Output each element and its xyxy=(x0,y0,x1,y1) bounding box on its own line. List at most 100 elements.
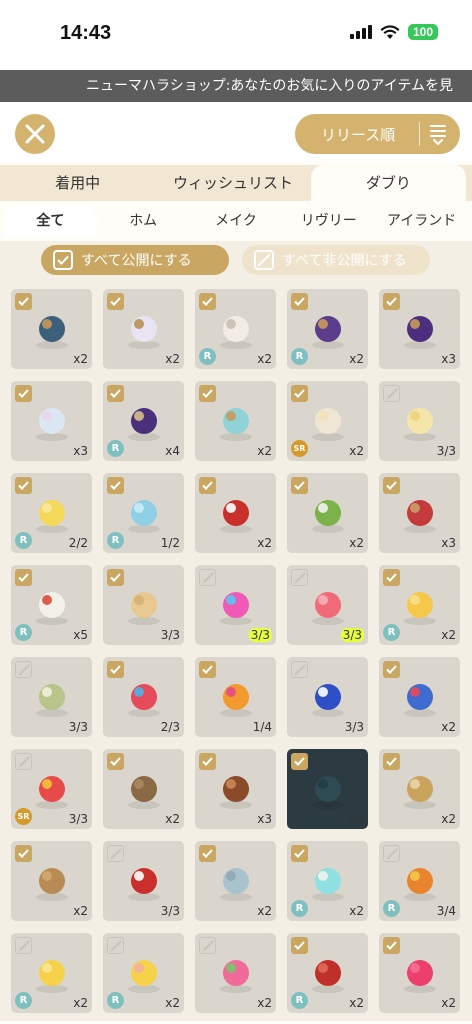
item-tile[interactable]: 3/3 xyxy=(379,381,460,461)
item-tile[interactable]: x3 xyxy=(287,749,368,829)
close-button[interactable] xyxy=(15,114,55,154)
public-checkbox-icon[interactable] xyxy=(383,569,400,586)
item-tile[interactable]: x2 xyxy=(103,289,184,369)
private-checkbox-icon[interactable] xyxy=(199,937,216,954)
item-tile[interactable]: Rx4 xyxy=(103,381,184,461)
item-tile[interactable]: x2 xyxy=(379,749,460,829)
public-checkbox-icon[interactable] xyxy=(199,385,216,402)
private-checkbox-icon[interactable] xyxy=(15,937,32,954)
item-tile[interactable]: x2 xyxy=(195,381,276,461)
item-tile[interactable]: x2 xyxy=(287,473,368,553)
public-checkbox-icon[interactable] xyxy=(291,385,308,402)
item-tile[interactable]: Rx2 xyxy=(195,289,276,369)
item-tile[interactable]: Rx2 xyxy=(287,933,368,1013)
item-tile[interactable]: 3/3 xyxy=(287,657,368,737)
sparkles-icon xyxy=(306,401,350,445)
item-tile[interactable]: Rx2 xyxy=(287,289,368,369)
public-checkbox-icon[interactable] xyxy=(15,569,32,586)
tab-wishlist[interactable]: ウィッシュリスト xyxy=(155,165,310,201)
item-tile[interactable]: R 2/2 xyxy=(11,473,92,553)
private-checkbox-icon[interactable] xyxy=(291,569,308,586)
private-checkbox-icon[interactable] xyxy=(383,845,400,862)
public-checkbox-icon[interactable] xyxy=(15,845,32,862)
public-checkbox-icon[interactable] xyxy=(107,293,124,310)
item-tile[interactable]: Rx2 xyxy=(103,933,184,1013)
subtab-all[interactable]: 全て xyxy=(4,205,97,237)
public-checkbox-icon[interactable] xyxy=(199,477,216,494)
item-tile[interactable]: x2 xyxy=(11,841,92,921)
public-checkbox-icon[interactable] xyxy=(291,937,308,954)
public-checkbox-icon[interactable] xyxy=(15,293,32,310)
checkbox-slashed-icon xyxy=(254,250,274,270)
rainbow-box-icon xyxy=(214,585,258,629)
public-checkbox-icon[interactable] xyxy=(291,753,308,770)
item-tile[interactable]: SR x2 xyxy=(287,381,368,461)
item-tile[interactable]: x2 xyxy=(379,657,460,737)
public-checkbox-icon[interactable] xyxy=(107,569,124,586)
public-checkbox-icon[interactable] xyxy=(107,753,124,770)
subtab-livly[interactable]: リヴリー xyxy=(282,205,375,237)
item-tile[interactable]: x2 xyxy=(379,933,460,1013)
item-tile[interactable]: 3/3 xyxy=(287,565,368,645)
private-checkbox-icon[interactable] xyxy=(383,385,400,402)
sort-button[interactable]: リリース順 xyxy=(295,114,460,154)
item-tile[interactable]: x2 xyxy=(195,933,276,1013)
item-tile[interactable]: x3 xyxy=(11,381,92,461)
item-tile[interactable]: x3 xyxy=(379,289,460,369)
public-checkbox-icon[interactable] xyxy=(383,661,400,678)
item-tile[interactable]: x2 xyxy=(195,473,276,553)
public-checkbox-icon[interactable] xyxy=(383,937,400,954)
item-tile[interactable]: x3 xyxy=(379,473,460,553)
public-checkbox-icon[interactable] xyxy=(15,477,32,494)
plant-garland-icon xyxy=(306,493,350,537)
publish-all-button[interactable]: すべて公開にする xyxy=(41,245,229,275)
public-checkbox-icon[interactable] xyxy=(383,293,400,310)
item-tile[interactable]: Rx2 xyxy=(287,841,368,921)
subtab-makeup[interactable]: メイク xyxy=(190,205,283,237)
public-checkbox-icon[interactable] xyxy=(199,845,216,862)
public-checkbox-icon[interactable] xyxy=(199,661,216,678)
public-checkbox-icon[interactable] xyxy=(291,293,308,310)
item-tile[interactable]: R 1/2 xyxy=(103,473,184,553)
item-tile[interactable]: 3/3 xyxy=(195,565,276,645)
private-checkbox-icon[interactable] xyxy=(199,569,216,586)
item-tile[interactable]: 3/3 xyxy=(103,565,184,645)
private-checkbox-icon[interactable] xyxy=(15,753,32,770)
public-checkbox-icon[interactable] xyxy=(107,385,124,402)
item-tile[interactable]: Rx5 xyxy=(11,565,92,645)
public-checkbox-icon[interactable] xyxy=(107,661,124,678)
item-count: 3/3 xyxy=(68,812,88,826)
item-tile[interactable]: x3 xyxy=(195,749,276,829)
item-count: 3/4 xyxy=(436,904,456,918)
private-checkbox-icon[interactable] xyxy=(107,937,124,954)
item-tile[interactable]: x2 xyxy=(11,289,92,369)
subtab-island[interactable]: アイランド xyxy=(375,205,468,237)
item-tile[interactable]: x2 xyxy=(103,749,184,829)
unpublish-all-button[interactable]: すべて非公開にする xyxy=(242,245,430,275)
rarity-badge: R xyxy=(291,992,308,1009)
public-checkbox-icon[interactable] xyxy=(15,385,32,402)
private-checkbox-icon[interactable] xyxy=(15,661,32,678)
subtab-home[interactable]: ホム xyxy=(97,205,190,237)
item-tile[interactable]: 2/3 xyxy=(103,657,184,737)
tab-wearing[interactable]: 着用中 xyxy=(0,165,155,201)
item-tile[interactable]: x2 xyxy=(195,841,276,921)
public-checkbox-icon[interactable] xyxy=(199,293,216,310)
public-checkbox-icon[interactable] xyxy=(291,845,308,862)
item-tile[interactable]: R 3/4 xyxy=(379,841,460,921)
item-count: x2 xyxy=(73,904,88,918)
public-checkbox-icon[interactable] xyxy=(383,477,400,494)
item-tile[interactable]: SR 3/3 xyxy=(11,749,92,829)
public-checkbox-icon[interactable] xyxy=(107,477,124,494)
item-tile[interactable]: Rx2 xyxy=(379,565,460,645)
item-tile[interactable]: 3/3 xyxy=(11,657,92,737)
item-tile[interactable]: 1/4 xyxy=(195,657,276,737)
private-checkbox-icon[interactable] xyxy=(291,661,308,678)
private-checkbox-icon[interactable] xyxy=(107,845,124,862)
public-checkbox-icon[interactable] xyxy=(199,753,216,770)
item-tile[interactable]: 3/3 xyxy=(103,841,184,921)
item-tile[interactable]: Rx2 xyxy=(11,933,92,1013)
public-checkbox-icon[interactable] xyxy=(291,477,308,494)
public-checkbox-icon[interactable] xyxy=(383,753,400,770)
tab-duplicates[interactable]: ダブり xyxy=(310,165,466,201)
